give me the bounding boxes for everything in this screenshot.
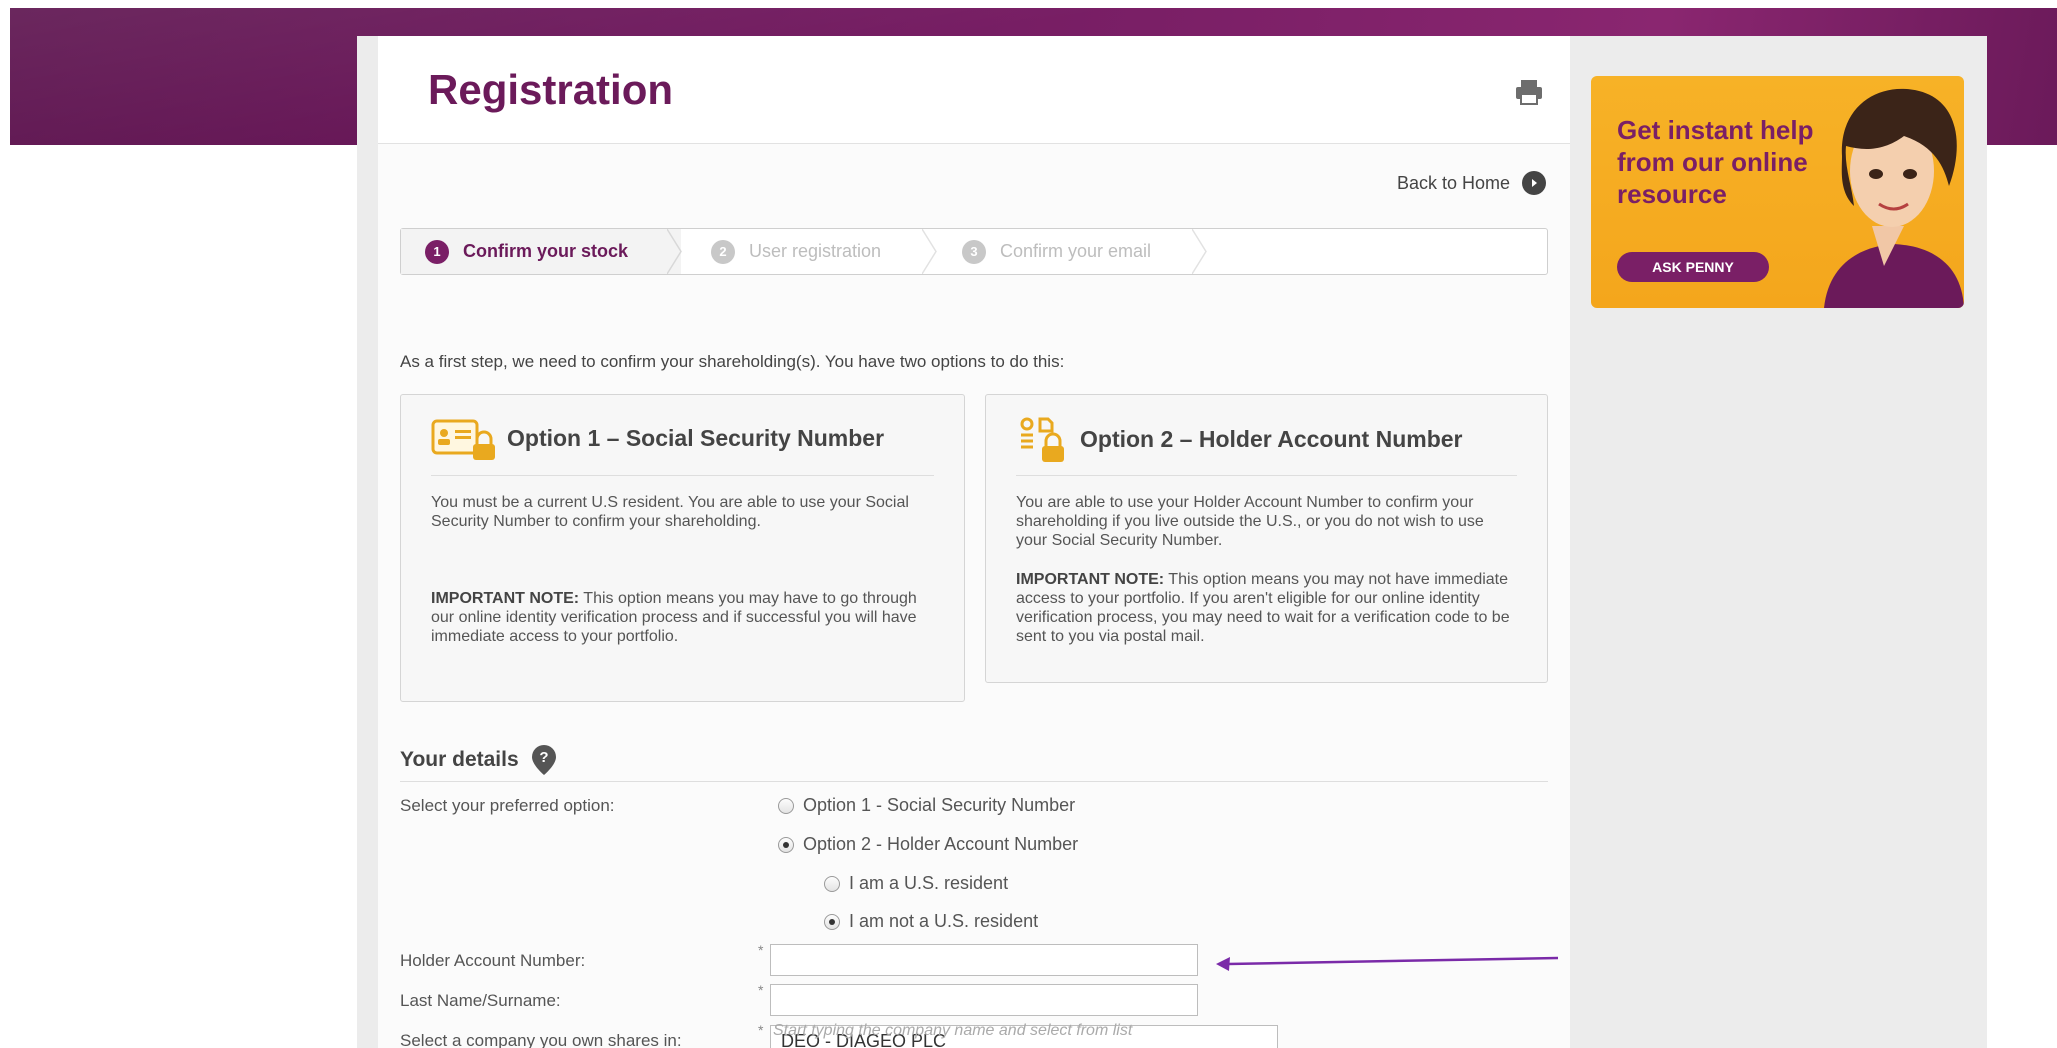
option2-card: Option 2 – Holder Account Number You are… [985, 394, 1548, 683]
option1-note-label: IMPORTANT NOTE: [431, 590, 580, 607]
help-icon[interactable]: ? [531, 744, 557, 776]
ad-text: Get instant help from our online resourc… [1617, 115, 1814, 209]
option1-title: Option 1 – Social Security Number [507, 424, 885, 451]
step-label: Confirm your stock [463, 241, 629, 261]
option2-title: Option 2 – Holder Account Number [1080, 425, 1463, 452]
registration-stepper: 1 Confirm your stock 2 User registration… [400, 228, 1548, 275]
back-to-home-label: Back to Home [1396, 172, 1510, 193]
required-marker: * [758, 982, 764, 998]
details-divider [400, 781, 1548, 782]
option2-note: IMPORTANT NOTE: This option means you ma… [1016, 570, 1517, 646]
ask-penny-button[interactable]: ASK PENNY [1617, 252, 1769, 282]
radio-option1[interactable]: Option 1 - Social Security Number [778, 795, 1075, 816]
title-bar: Registration [378, 36, 1570, 144]
radio-button[interactable] [778, 797, 794, 814]
your-details-title: Your details [400, 748, 519, 771]
step-user-registration: 2 User registration [681, 229, 937, 274]
radio-button-selected[interactable] [824, 913, 840, 930]
radio-option2[interactable]: Option 2 - Holder Account Number [778, 834, 1078, 855]
option2-body: You are able to use your Holder Account … [1016, 494, 1484, 549]
radio-us-resident-label: I am a U.S. resident [849, 873, 1009, 893]
print-icon[interactable] [1514, 78, 1544, 106]
option1-card: Option 1 – Social Security Number You mu… [400, 394, 965, 702]
step-number: 2 [711, 239, 735, 264]
page-title: Registration [428, 66, 674, 113]
radio-not-us-resident[interactable]: I am not a U.S. resident [824, 911, 1038, 932]
account-lock-icon [1020, 417, 1064, 462]
svg-text:?: ? [539, 749, 548, 766]
id-card-lock-icon [431, 419, 495, 460]
radio-button[interactable] [824, 875, 840, 892]
radio-button-selected[interactable] [778, 836, 794, 853]
main-content: Registration Back to Home 1 Confirm your… [378, 36, 1570, 1048]
option1-body: You must be a current U.S resident. You … [431, 494, 909, 530]
option2-divider [1016, 475, 1517, 476]
option2-note-label: IMPORTANT NOTE: [1016, 571, 1165, 588]
required-marker: * [758, 1022, 764, 1038]
step-number: 1 [425, 239, 449, 264]
option2-header: Option 2 – Holder Account Number [1018, 415, 1463, 463]
step-label: Confirm your email [1000, 241, 1152, 261]
company-hint: Start typing the company name and select… [773, 1022, 1133, 1039]
step-label: User registration [749, 241, 882, 261]
radio-not-us-resident-label: I am not a U.S. resident [849, 911, 1039, 931]
holder-account-label: Holder Account Number: [400, 951, 586, 970]
step-confirm-email: 3 Confirm your email [936, 229, 1207, 274]
preferred-option-label: Select your preferred option: [400, 796, 615, 815]
option1-note: IMPORTANT NOTE: This option means you ma… [431, 589, 934, 646]
back-to-home-link[interactable]: Back to Home [1397, 171, 1546, 195]
radio-option2-label: Option 2 - Holder Account Number [803, 834, 1079, 854]
ask-penny-ad[interactable]: Get instant help from our online resourc… [1591, 76, 1964, 308]
last-name-input[interactable] [770, 984, 1198, 1016]
radio-us-resident[interactable]: I am a U.S. resident [824, 873, 1008, 894]
holder-account-input[interactable] [770, 944, 1198, 976]
intro-text: As a first step, we need to confirm your… [400, 352, 1065, 371]
step-number: 3 [962, 239, 986, 264]
step-separator-icon [1192, 229, 1207, 274]
company-label: Select a company you own shares in: [400, 1031, 682, 1048]
option1-header: Option 1 – Social Security Number [431, 415, 884, 461]
required-marker: * [758, 942, 764, 958]
step-confirm-stock: 1 Confirm your stock [401, 229, 682, 274]
your-details-heading: Your details ? [400, 744, 557, 776]
last-name-label: Last Name/Surname: [400, 991, 561, 1010]
option1-divider [431, 475, 934, 476]
arrow-right-icon [1522, 171, 1546, 195]
radio-option1-label: Option 1 - Social Security Number [803, 795, 1076, 815]
annotation-arrow-icon [1216, 956, 1559, 971]
